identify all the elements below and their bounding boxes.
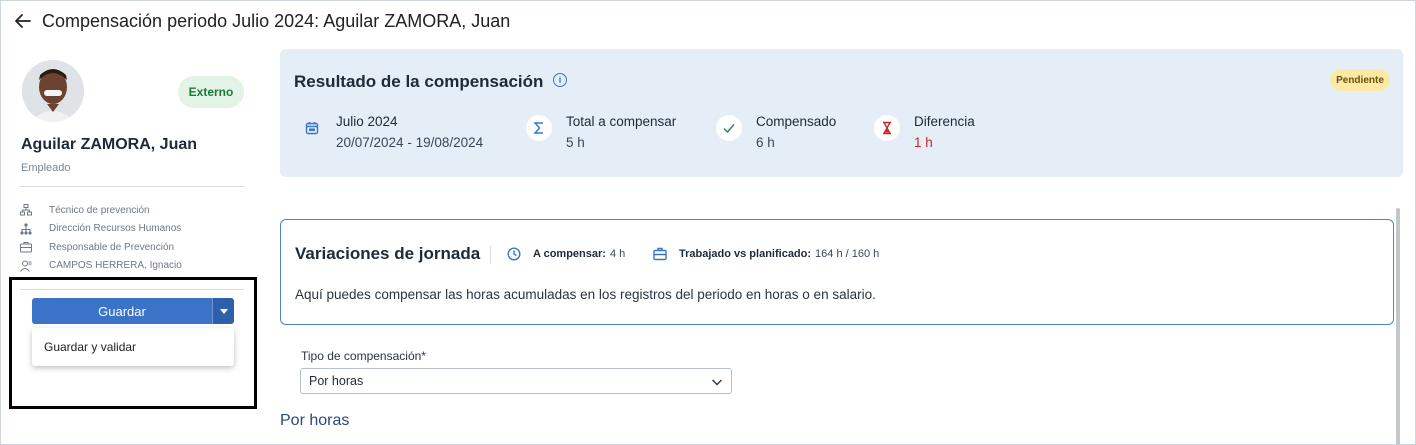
compensation-type-select[interactable]: Por horas xyxy=(300,368,732,394)
metric-compensated: Compensado 6 h xyxy=(716,113,836,153)
compensation-type-label: Tipo de compensación* xyxy=(301,349,426,363)
employee-name: Aguilar ZAMORA, Juan xyxy=(21,136,198,153)
save-button[interactable]: Guardar xyxy=(32,298,212,324)
to-compensate-label: A compensar: xyxy=(533,248,606,260)
check-icon xyxy=(716,115,742,141)
info-icon[interactable]: i xyxy=(553,73,567,87)
save-options-toggle[interactable] xyxy=(212,298,234,324)
hierarchy-icon xyxy=(20,223,32,235)
metric-value: 20/07/2024 - 19/08/2024 xyxy=(336,135,484,150)
metric-value: 1 h xyxy=(914,135,933,150)
info-item-department: Dirección Recursos Humanos xyxy=(20,223,182,236)
variations-description: Aquí puedes compensar las horas acumulad… xyxy=(295,287,876,302)
divider xyxy=(490,246,491,264)
metric-label: Julio 2024 xyxy=(336,114,398,129)
metric-value: 5 h xyxy=(566,135,585,150)
briefcase-icon xyxy=(653,247,667,261)
save-split-button: Guardar xyxy=(32,298,234,324)
info-label: Dirección Recursos Humanos xyxy=(49,223,182,235)
divider xyxy=(20,186,244,187)
metric-period: Julio 2024 20/07/2024 - 19/08/2024 xyxy=(299,113,483,153)
chevron-down-icon xyxy=(712,379,722,386)
hourglass-icon xyxy=(874,115,900,141)
worked-vs-planned-label: Trabajado vs planificado: xyxy=(679,248,812,260)
save-options-menu: Guardar y validar xyxy=(32,328,234,366)
calendar-icon xyxy=(299,115,325,141)
info-item-position: Técnico de prevención xyxy=(20,204,182,217)
result-title: Resultado de la compensación xyxy=(294,72,544,91)
compensation-type-value: Por horas xyxy=(309,374,364,388)
user-manager-icon xyxy=(20,260,32,272)
info-label: Técnico de prevención xyxy=(49,204,150,216)
metric-label: Compensado xyxy=(756,114,837,129)
worked-vs-planned-value: 164 h / 160 h xyxy=(815,248,880,260)
metric-difference: Diferencia 1 h xyxy=(874,113,975,153)
page-title: Compensación periodo Julio 2024: Aguilar… xyxy=(42,10,511,31)
metric-total: Total a compensar 5 h xyxy=(526,113,676,153)
clock-icon xyxy=(507,247,521,261)
back-arrow-icon[interactable] xyxy=(12,10,34,32)
status-badge: Pendiente xyxy=(1330,69,1390,91)
compensation-result-card: Resultado de la compensación i Pendiente… xyxy=(280,49,1403,177)
sigma-icon xyxy=(526,115,552,141)
metric-value: 6 h xyxy=(756,135,775,150)
briefcase-icon xyxy=(20,241,32,253)
section-heading: Por horas xyxy=(280,412,350,429)
scrollbar[interactable] xyxy=(1394,200,1402,445)
scrollbar-thumb[interactable] xyxy=(1396,208,1400,445)
info-item-manager: CAMPOS HERRERA, Ignacio xyxy=(20,260,182,273)
org-chart-icon xyxy=(20,204,32,216)
variations-title: Variaciones de jornada xyxy=(295,244,481,263)
employee-info-list: Técnico de prevención Dirección Recursos… xyxy=(20,204,182,278)
info-label: CAMPOS HERRERA, Ignacio xyxy=(49,260,182,272)
page-header: Compensación periodo Julio 2024: Aguilar… xyxy=(0,0,1416,42)
external-badge: Externo xyxy=(178,76,244,108)
to-compensate-summary: A compensar: 4 h xyxy=(507,247,625,261)
metric-label: Total a compensar xyxy=(566,114,677,129)
to-compensate-value: 4 h xyxy=(609,248,626,260)
worked-vs-planned-summary: Trabajado vs planificado: 164 h / 160 h xyxy=(653,247,879,261)
caret-down-icon xyxy=(219,308,228,314)
avatar xyxy=(22,60,84,122)
work-variations-card: Variaciones de jornada A compensar: 4 h … xyxy=(280,219,1394,325)
menu-item-save-and-validate[interactable]: Guardar y validar xyxy=(32,328,234,366)
info-item-responsibility: Responsable de Prevención xyxy=(20,241,182,254)
info-label: Responsable de Prevención xyxy=(49,241,175,253)
metric-label: Diferencia xyxy=(914,114,975,129)
employee-role: Empleado xyxy=(21,162,71,174)
